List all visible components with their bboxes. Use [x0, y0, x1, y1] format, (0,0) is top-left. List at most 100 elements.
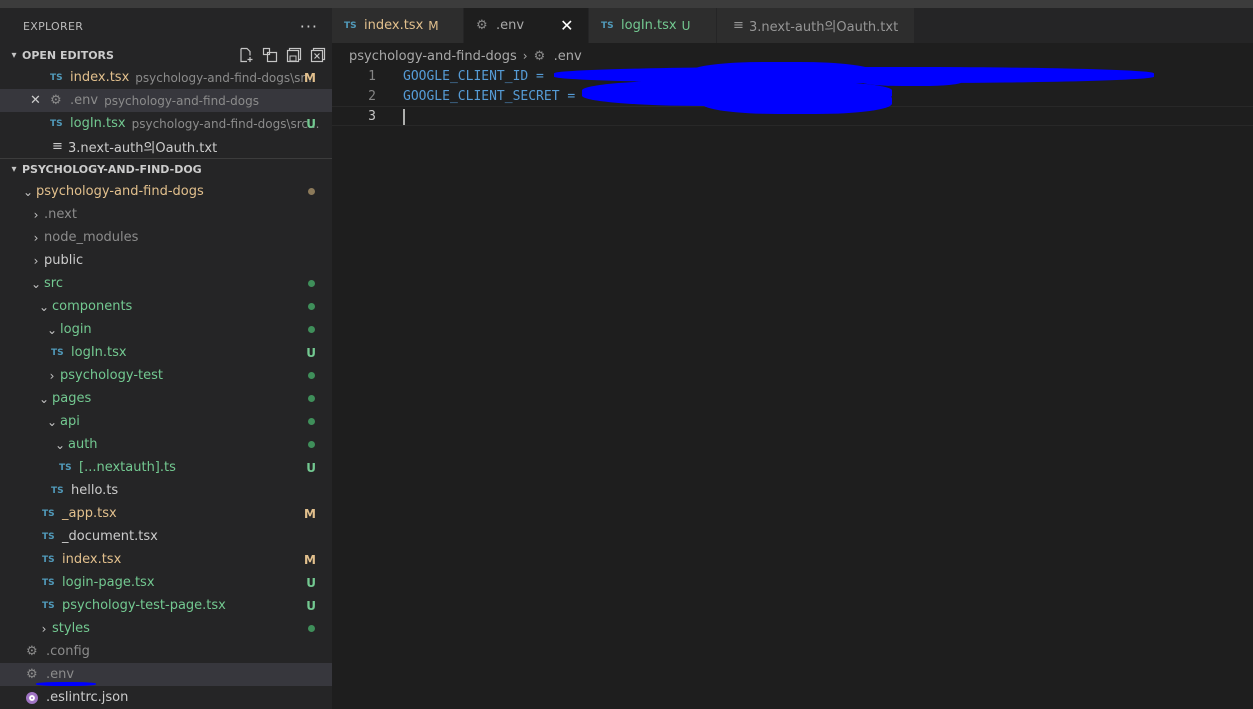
open-editor-item[interactable]: TS logIn.tsx psychology-and-find-dogs\sr… — [0, 112, 332, 135]
gear-icon: ⚙ — [26, 667, 38, 682]
tree-item-folder[interactable]: ⌄ pages — [0, 387, 332, 410]
tree-item-file-selected[interactable]: ⚙ .env — [0, 663, 332, 686]
untracked-dot-icon — [308, 372, 315, 379]
tab-index-tsx[interactable]: TS index.tsx M — [332, 8, 464, 43]
typescript-file-icon: TS — [51, 347, 64, 358]
tree-item-folder[interactable]: ⌄ components — [0, 295, 332, 318]
tree-item-label: src — [44, 276, 63, 291]
untracked-dot-icon — [308, 280, 315, 287]
chevron-down-icon: ⌄ — [46, 414, 58, 429]
tree-item-label: .eslintrc.json — [46, 690, 129, 705]
tree-item-file[interactable]: TS logIn.tsx U — [0, 341, 332, 364]
open-editor-item[interactable]: ≡ 3.next-auth의Oauth.txt — [0, 135, 332, 158]
tree-item-label: node_modules — [44, 230, 139, 245]
tree-item-label: psychology-test-page.tsx — [62, 598, 226, 613]
line-number: 2 — [368, 88, 376, 104]
tree-item-folder[interactable]: › psychology-test — [0, 364, 332, 387]
modified-dot-icon — [308, 188, 315, 195]
chevron-right-icon: › — [33, 253, 39, 268]
git-modified-badge: M — [304, 552, 316, 567]
tree-item-folder[interactable]: ⌄ login — [0, 318, 332, 341]
save-all-icon[interactable] — [286, 47, 302, 63]
open-editor-path: psychology-and-find-dogs\src... — [131, 116, 320, 131]
tree-item-file[interactable]: TS _document.tsx — [0, 525, 332, 548]
tree-item-label: _app.tsx — [62, 506, 117, 521]
tree-item-folder[interactable]: › public — [0, 249, 332, 272]
editor-tab-bar: TS index.tsx M ⚙ .env ✕ TS logIn.tsx U ≡… — [332, 8, 1253, 43]
tree-item-label: index.tsx — [62, 552, 122, 567]
close-icon[interactable]: ✕ — [560, 16, 573, 35]
untracked-dot-icon — [308, 303, 315, 310]
typescript-file-icon: TS — [50, 72, 63, 83]
open-editor-path: psychology-and-find-dogs — [104, 93, 259, 108]
open-editors-header[interactable]: ▾ OPEN EDITORS — [0, 44, 332, 66]
chevron-down-icon: ⌄ — [30, 276, 42, 291]
close-all-icon[interactable] — [310, 47, 326, 63]
chevron-down-icon: ⌄ — [22, 184, 34, 199]
close-icon[interactable]: ✕ — [30, 93, 44, 108]
tree-item-folder[interactable]: › node_modules — [0, 226, 332, 249]
tree-item-label: login-page.tsx — [62, 575, 155, 590]
open-editor-name: .env — [70, 93, 99, 108]
chevron-right-icon: › — [522, 49, 528, 63]
tree-item-folder[interactable]: ⌄ api — [0, 410, 332, 433]
tree-item-file[interactable]: ⚙ .config — [0, 640, 332, 663]
chevron-down-icon: ⌄ — [38, 299, 50, 314]
git-modified-badge: M — [428, 18, 439, 33]
tree-item-folder[interactable]: › styles — [0, 617, 332, 640]
breadcrumb: psychology-and-find-dogs › ⚙ .env — [349, 47, 582, 65]
gear-icon: ⚙ — [50, 93, 62, 108]
tab-env[interactable]: ⚙ .env ✕ — [464, 8, 589, 43]
tree-item-label: .config — [46, 644, 90, 659]
tree-item-folder[interactable]: ⌄ auth — [0, 433, 332, 456]
tree-item-file[interactable]: .eslintrc.json — [0, 686, 332, 709]
tab-next-auth-txt[interactable]: ≡ 3.next-auth의Oauth.txt — [717, 8, 915, 43]
typescript-file-icon: TS — [601, 20, 614, 31]
code-editor[interactable]: 1 GOOGLE_CLIENT_ID = 2 GOOGLE_CLIENT_SEC… — [332, 62, 1253, 709]
explorer-title: EXPLORER — [23, 19, 84, 33]
code-text: GOOGLE_CLIENT_ID = — [403, 68, 552, 84]
toggle-vertical-layout-icon[interactable] — [262, 47, 278, 63]
git-untracked-badge: U — [681, 18, 691, 33]
tree-item-file[interactable]: TS login-page.tsx U — [0, 571, 332, 594]
typescript-file-icon: TS — [51, 485, 64, 496]
tree-item-label: api — [60, 414, 80, 429]
more-actions-icon[interactable]: ··· — [300, 17, 318, 36]
tree-item-file[interactable]: TS psychology-test-page.tsx U — [0, 594, 332, 617]
chevron-right-icon: › — [49, 368, 55, 383]
new-untitled-file-icon[interactable] — [238, 47, 254, 63]
open-editor-path: psychology-and-find-dogs\sr... — [135, 70, 316, 85]
typescript-file-icon: TS — [42, 577, 55, 588]
tree-item-label: .env — [46, 667, 75, 682]
tab-label: .env — [496, 18, 525, 33]
eslint-icon — [26, 691, 38, 704]
chevron-right-icon: › — [33, 230, 39, 245]
untracked-dot-icon — [308, 395, 315, 402]
git-untracked-badge: U — [306, 575, 316, 590]
gear-icon: ⚙ — [26, 644, 38, 659]
tree-item-file[interactable]: TS _app.tsx M — [0, 502, 332, 525]
open-editor-item[interactable]: TS index.tsx psychology-and-find-dogs\sr… — [0, 66, 332, 89]
git-untracked-badge: U — [306, 116, 316, 131]
breadcrumb-folder[interactable]: psychology-and-find-dogs — [349, 49, 517, 64]
open-editor-item-active[interactable]: ✕ ⚙ .env psychology-and-find-dogs — [0, 89, 332, 112]
typescript-file-icon: TS — [42, 600, 55, 611]
breadcrumb-file[interactable]: .env — [554, 49, 582, 64]
tree-item-file[interactable]: TS [...nextauth].ts U — [0, 456, 332, 479]
git-modified-badge: M — [304, 70, 316, 85]
project-folder-header[interactable]: ▾ PSYCHOLOGY-AND-FIND-DOG — [0, 158, 332, 180]
text-cursor — [403, 109, 405, 125]
tree-item-folder[interactable]: › .next — [0, 203, 332, 226]
tree-item-file[interactable]: TS index.tsx M — [0, 548, 332, 571]
git-modified-badge: M — [304, 506, 316, 521]
line-number: 3 — [368, 108, 376, 124]
tree-item-file[interactable]: TS hello.ts — [0, 479, 332, 502]
chevron-right-icon: › — [33, 207, 39, 222]
tree-item-label: _document.tsx — [62, 529, 158, 544]
tab-login-tsx[interactable]: TS logIn.tsx U — [589, 8, 717, 43]
chevron-down-icon: ⌄ — [54, 437, 66, 452]
redaction-scribble — [862, 76, 962, 86]
tree-item-folder[interactable]: ⌄ psychology-and-find-dogs — [0, 180, 332, 203]
typescript-file-icon: TS — [42, 508, 55, 519]
tree-item-folder[interactable]: ⌄ src — [0, 272, 332, 295]
